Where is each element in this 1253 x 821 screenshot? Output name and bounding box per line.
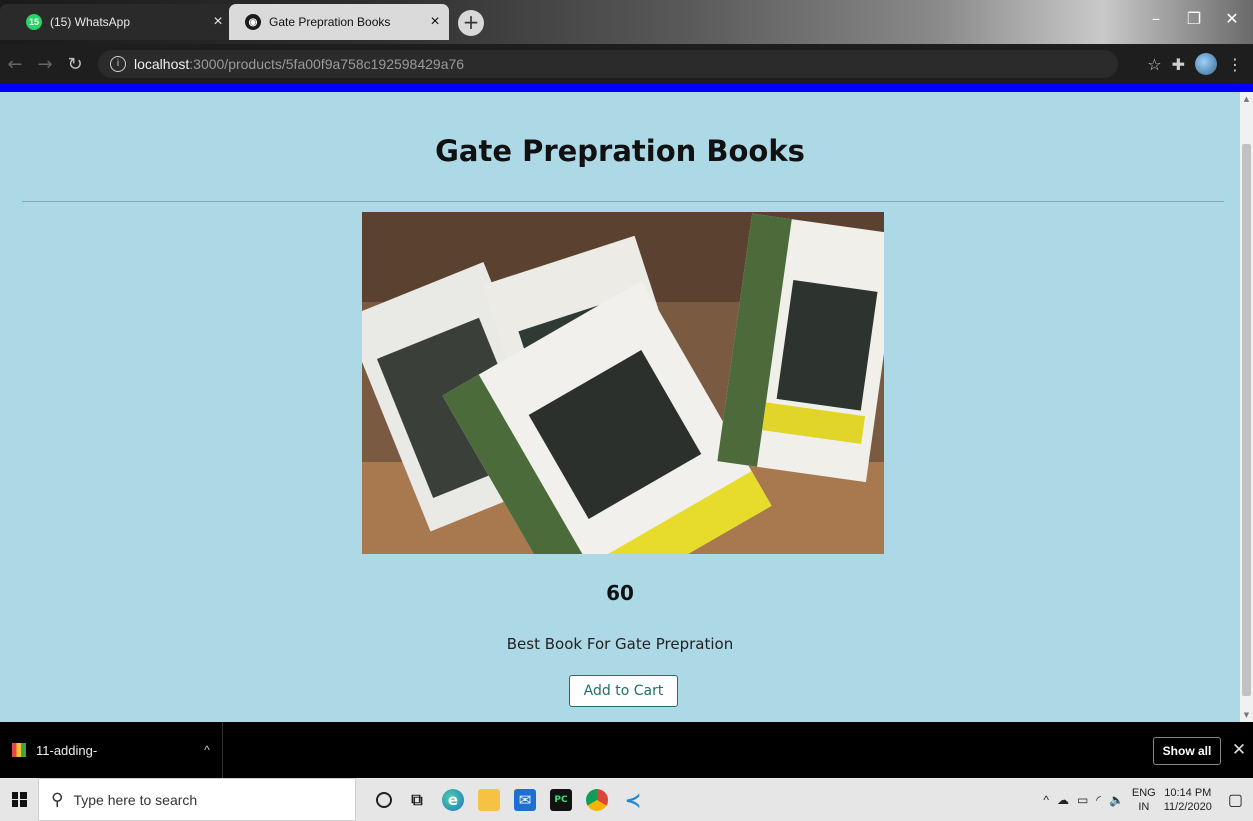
browser-tab-strip: 15 (15) WhatsApp × ◉ Gate Prepration Boo… [0,0,1253,44]
search-placeholder: Type here to search [73,791,198,808]
whatsapp-icon: 15 [26,14,42,30]
globe-icon: ◉ [245,14,261,30]
battery-icon[interactable]: ▭ [1077,793,1088,807]
profile-avatar[interactable] [1195,53,1217,75]
clock-date: 11/2/2020 [1163,800,1212,813]
file-explorer-icon[interactable] [478,788,500,811]
page-viewport: Gate Prepration Books 60 Best Book For G… [0,92,1240,722]
bookmark-star-icon[interactable]: ☆ [1147,55,1161,74]
vscode-icon[interactable]: ≺ [622,788,644,812]
new-tab-button[interactable]: + [458,10,484,36]
cortana-icon[interactable] [376,791,392,808]
add-to-cart-button[interactable]: Add to Cart [569,675,678,707]
page-top-accent-bar [0,84,1253,92]
onedrive-cloud-icon[interactable]: ☁ [1057,793,1069,807]
download-item[interactable]: 11-adding- ^ [0,722,223,778]
product-price: 60 [606,581,634,605]
browser-toolbar: ← → ↻ i localhost:3000/products/5fa00f9a… [0,44,1253,84]
clock[interactable]: 10:14 PM 11/2/2020 [1164,786,1212,814]
volume-icon[interactable]: 🔈 [1109,793,1124,807]
menu-dots-icon[interactable]: ⋮ [1227,55,1243,74]
maximize-window-icon[interactable]: ❐ [1175,0,1213,36]
address-bar[interactable]: i localhost:3000/products/5fa00f9a758c19… [98,50,1118,78]
close-window-icon[interactable]: ✕ [1213,0,1251,36]
show-all-downloads-button[interactable]: Show all [1153,737,1221,765]
product-description: Best Book For Gate Prepration [506,635,734,653]
wifi-icon[interactable]: ◜ [1096,793,1101,807]
edge-browser-icon[interactable]: e [442,788,464,811]
input-language-indicator[interactable]: ENG IN [1132,786,1156,814]
close-tab-icon[interactable]: × [204,13,232,31]
windows-taskbar: ⚲ Type here to search ⧉ e ✉ PC ≺ ^ ☁ ▭ ◜… [0,778,1253,821]
tab-whatsapp[interactable]: 15 (15) WhatsApp × [0,4,232,40]
title-divider [22,201,1224,202]
chrome-icon[interactable] [586,788,608,811]
region-code: IN [1138,800,1150,813]
url-host: localhost [134,56,190,72]
language-code: ENG [1131,786,1156,799]
downloads-bar: 11-adding- ^ Show all ✕ [0,722,1253,778]
taskbar-search-box[interactable]: ⚲ Type here to search [38,778,356,821]
back-arrow-icon[interactable]: ← [0,49,30,79]
site-info-icon[interactable]: i [110,56,126,72]
scrollbar-thumb[interactable] [1242,144,1251,696]
extensions-puzzle-icon[interactable]: ✚ [1172,55,1185,74]
tab-title: Gate Prepration Books [269,15,391,29]
close-tab-icon[interactable]: × [421,13,449,31]
chevron-up-icon[interactable]: ^ [192,743,222,757]
notification-center-icon[interactable]: ▢ [1228,790,1243,810]
windows-logo-icon [11,792,27,807]
pycharm-icon[interactable]: PC [550,788,572,811]
mail-icon[interactable]: ✉ [514,788,536,811]
system-tray: ^ ☁ ▭ ◜ 🔈 ENG IN 10:14 PM 11/2/2020 ▢ [1043,778,1253,821]
minimize-window-icon[interactable]: – [1137,0,1175,36]
tab-gate-prepration-books[interactable]: ◉ Gate Prepration Books × [229,4,449,40]
vertical-scrollbar[interactable]: ▲ ▼ [1240,92,1253,722]
reload-icon[interactable]: ↻ [60,49,90,79]
start-button[interactable] [0,778,38,821]
close-downloads-bar-icon[interactable]: ✕ [1228,736,1250,764]
task-view-icon[interactable]: ⧉ [406,789,428,811]
forward-arrow-icon[interactable]: → [30,49,60,79]
archive-file-icon [12,743,26,757]
product-image [362,212,884,554]
page-title: Gate Prepration Books [435,134,805,168]
url-path: :3000/products/5fa00f9a758c192598429a76 [189,56,465,72]
clock-time: 10:14 PM [1164,786,1212,799]
download-filename: 11-adding- [36,742,98,758]
scroll-up-arrow-icon[interactable]: ▲ [1240,92,1253,106]
show-hidden-icons-chevron-icon[interactable]: ^ [1043,793,1049,807]
search-icon: ⚲ [51,789,64,809]
scroll-down-arrow-icon[interactable]: ▼ [1240,708,1253,722]
tab-title: (15) WhatsApp [50,15,131,29]
